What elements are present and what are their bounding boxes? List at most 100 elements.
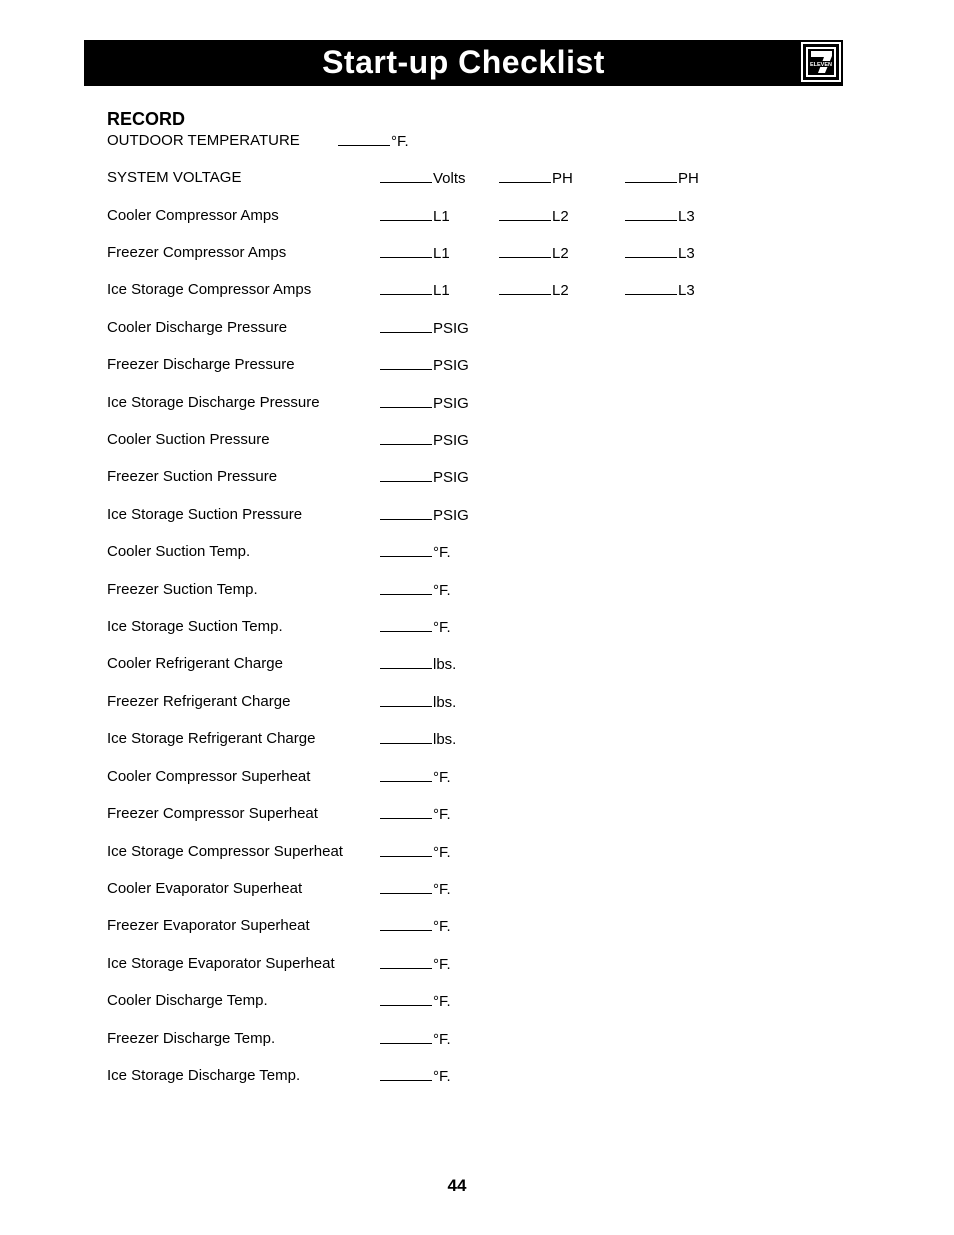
row-label: Ice Storage Suction Pressure — [107, 506, 303, 523]
entry-field[interactable]: L2 — [499, 206, 569, 227]
entry-field[interactable]: °F. — [380, 842, 451, 863]
checklist-row: Ice Storage Compressor Superheat °F. — [107, 842, 807, 862]
unit-label: °F. — [433, 769, 451, 786]
unit-label: L2 — [552, 282, 569, 299]
entry-field[interactable]: lbs. — [380, 729, 456, 750]
checklist-row: Cooler Suction Temp. °F. — [107, 542, 807, 562]
entry-field[interactable]: °F. — [380, 617, 451, 638]
entry-field[interactable]: L1 — [380, 280, 450, 301]
blank-line[interactable] — [338, 131, 390, 146]
entry-field[interactable]: °F. — [380, 879, 451, 900]
blank-line[interactable] — [625, 168, 677, 183]
entry-field[interactable]: Volts — [380, 168, 466, 189]
entry-field[interactable]: °F. — [380, 804, 451, 825]
entry-field[interactable]: L3 — [625, 280, 695, 301]
entry-field[interactable]: L3 — [625, 243, 695, 264]
entry-field[interactable]: L2 — [499, 280, 569, 301]
blank-line[interactable] — [380, 580, 432, 595]
blank-line[interactable] — [380, 542, 432, 557]
row-label: Ice Storage Suction Temp. — [107, 618, 283, 635]
blank-line[interactable] — [380, 879, 432, 894]
entry-field[interactable]: L1 — [380, 243, 450, 264]
entry-field[interactable]: PH — [499, 168, 573, 189]
checklist-row: Ice Storage Refrigerant Charge lbs. — [107, 729, 807, 749]
row-label: SYSTEM VOLTAGE — [107, 169, 242, 186]
blank-line[interactable] — [380, 842, 432, 857]
checklist-row: Ice Storage Evaporator Superheat °F. — [107, 954, 807, 974]
blank-line[interactable] — [380, 617, 432, 632]
blank-line[interactable] — [380, 280, 432, 295]
entry-field[interactable]: PSIG — [380, 505, 469, 526]
checklist-row: Freezer Discharge Temp. °F. — [107, 1029, 807, 1049]
checklist-row: Ice Storage Discharge Pressure PSIG — [107, 393, 807, 413]
blank-line[interactable] — [380, 916, 432, 931]
checklist-row: Freezer Evaporator Superheat °F. — [107, 916, 807, 936]
unit-label: °F. — [433, 1031, 451, 1048]
entry-field[interactable]: PSIG — [380, 355, 469, 376]
blank-line[interactable] — [380, 692, 432, 707]
blank-line[interactable] — [380, 804, 432, 819]
blank-line[interactable] — [499, 168, 551, 183]
unit-label: °F. — [433, 806, 451, 823]
entry-field[interactable]: PSIG — [380, 430, 469, 451]
blank-line[interactable] — [380, 430, 432, 445]
entry-field[interactable]: PSIG — [380, 467, 469, 488]
blank-line[interactable] — [380, 393, 432, 408]
unit-label: L1 — [433, 245, 450, 262]
blank-line[interactable] — [380, 729, 432, 744]
blank-line[interactable] — [380, 168, 432, 183]
checklist-row: OUTDOOR TEMPERATURE °F. — [107, 131, 807, 151]
checklist-row: Freezer Discharge Pressure PSIG — [107, 355, 807, 375]
blank-line[interactable] — [380, 954, 432, 969]
entry-field[interactable]: °F. — [338, 131, 409, 152]
blank-line[interactable] — [380, 991, 432, 1006]
blank-line[interactable] — [625, 243, 677, 258]
blank-line[interactable] — [625, 206, 677, 221]
blank-line[interactable] — [499, 243, 551, 258]
blank-line[interactable] — [625, 280, 677, 295]
blank-line[interactable] — [380, 318, 432, 333]
blank-line[interactable] — [380, 654, 432, 669]
entry-field[interactable]: L2 — [499, 243, 569, 264]
entry-field[interactable]: °F. — [380, 916, 451, 937]
row-label: Ice Storage Discharge Temp. — [107, 1067, 301, 1084]
unit-label: °F. — [433, 582, 451, 599]
blank-line[interactable] — [380, 1066, 432, 1081]
blank-line[interactable] — [380, 1029, 432, 1044]
blank-line[interactable] — [380, 505, 432, 520]
entry-field[interactable]: PSIG — [380, 393, 469, 414]
unit-label: lbs. — [433, 694, 457, 711]
page-number: 44 — [447, 1176, 467, 1195]
blank-line[interactable] — [380, 767, 432, 782]
entry-field[interactable]: °F. — [380, 1066, 451, 1087]
unit-label: °F. — [433, 544, 451, 561]
entry-field[interactable]: °F. — [380, 580, 451, 601]
blank-line[interactable] — [380, 243, 432, 258]
entry-field[interactable]: °F. — [380, 991, 451, 1012]
unit-label: PH — [552, 170, 573, 187]
blank-line[interactable] — [499, 206, 551, 221]
entry-field[interactable]: PSIG — [380, 318, 469, 339]
checklist-row: Cooler Refrigerant Charge lbs. — [107, 654, 807, 674]
entry-field[interactable]: lbs. — [380, 654, 456, 675]
checklist-row: Cooler Discharge Pressure PSIG — [107, 318, 807, 338]
row-label: Ice Storage Compressor Amps — [107, 281, 312, 298]
blank-line[interactable] — [380, 467, 432, 482]
row-label: Cooler Compressor Amps — [107, 207, 279, 224]
unit-label: L3 — [678, 208, 695, 225]
blank-line[interactable] — [380, 355, 432, 370]
entry-field[interactable]: °F. — [380, 767, 451, 788]
entry-field[interactable]: °F. — [380, 542, 451, 563]
unit-label: Volts — [433, 170, 466, 187]
blank-line[interactable] — [499, 280, 551, 295]
row-label: Cooler Compressor Superheat — [107, 768, 311, 785]
entry-field[interactable]: lbs. — [380, 692, 456, 713]
entry-field[interactable]: °F. — [380, 1029, 451, 1050]
entry-field[interactable]: PH — [625, 168, 699, 189]
entry-field[interactable]: L3 — [625, 206, 695, 227]
page-header: Start-up Checklist ELEVEN — [84, 40, 843, 86]
entry-field[interactable]: °F. — [380, 954, 451, 975]
entry-field[interactable]: L1 — [380, 206, 450, 227]
checklist-row: Ice Storage Suction Temp. °F. — [107, 617, 807, 637]
blank-line[interactable] — [380, 206, 432, 221]
